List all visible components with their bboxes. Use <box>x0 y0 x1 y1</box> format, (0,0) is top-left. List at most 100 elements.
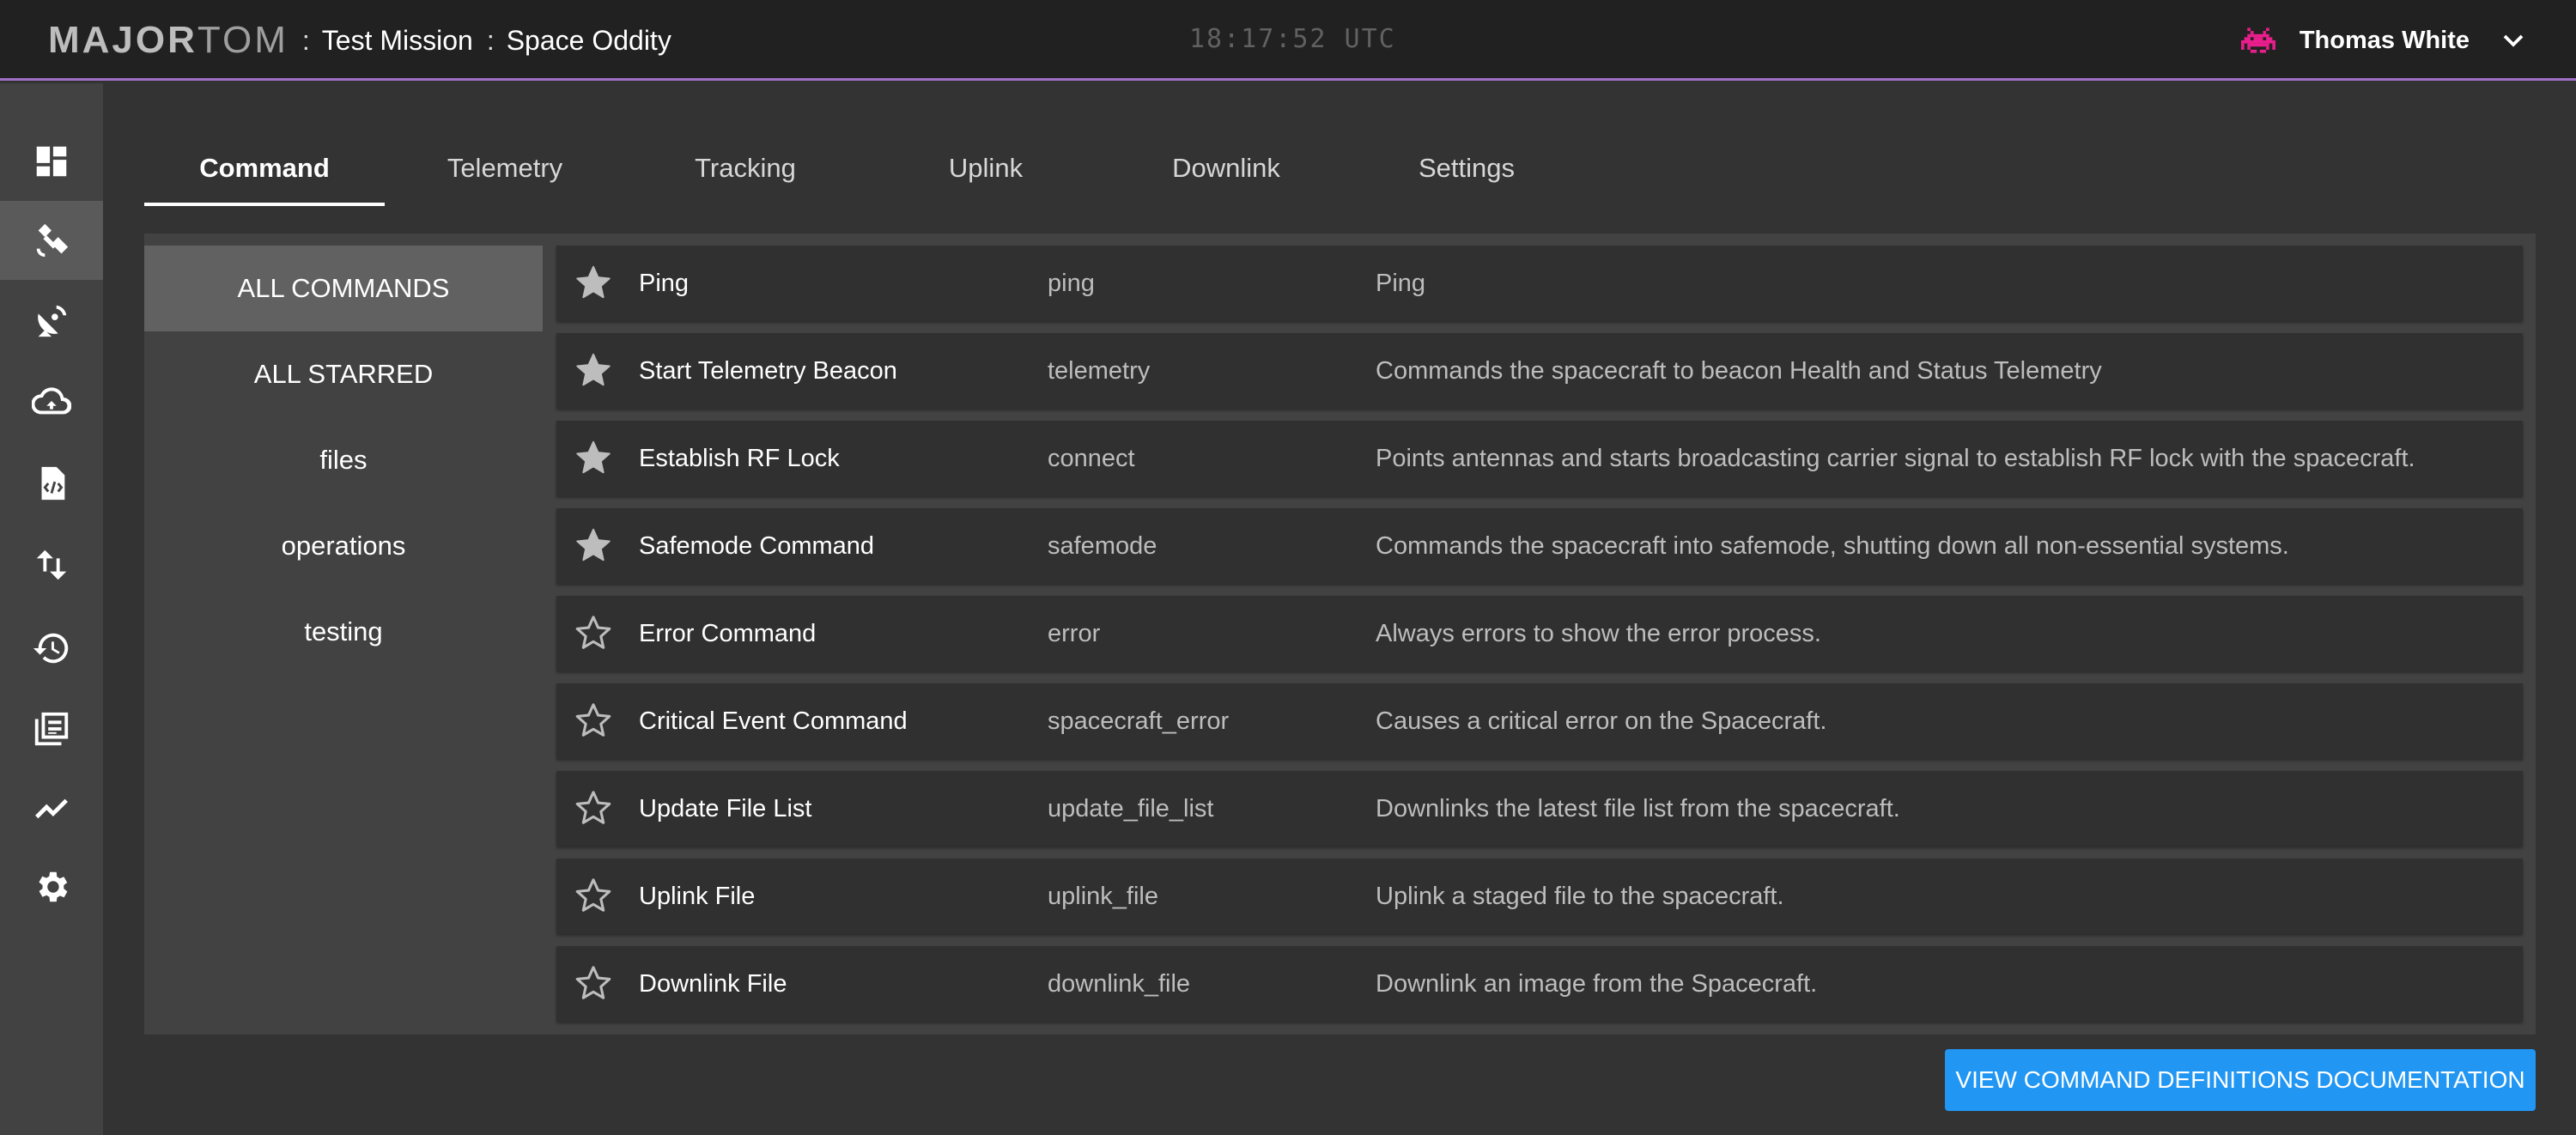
command-row[interactable]: Error Command error Always errors to sho… <box>556 596 2523 671</box>
command-description: Ping <box>1376 269 1426 297</box>
sidebar-item-settings[interactable] <box>0 847 103 926</box>
star-filled-icon <box>576 528 611 561</box>
command-id: safemode <box>1048 531 1157 560</box>
sidebar-item-dashboard[interactable] <box>0 122 103 201</box>
sidebar-item-history[interactable] <box>0 609 103 688</box>
command-categories: ALL COMMANDS ALL STARRED files operation… <box>144 246 543 675</box>
documents-icon <box>34 712 69 746</box>
command-id: update_file_list <box>1048 794 1214 822</box>
command-id: ping <box>1048 269 1095 297</box>
command-row[interactable]: Downlink File downlink_file Downlink an … <box>556 946 2523 1022</box>
category-all-commands[interactable]: ALL COMMANDS <box>144 246 543 331</box>
up-down-arrows-icon <box>36 549 67 580</box>
command-row[interactable]: Uplink File uplink_file Uplink a staged … <box>556 859 2523 934</box>
star-filled-icon <box>576 265 611 299</box>
history-icon <box>33 633 69 664</box>
tab-uplink[interactable]: Uplink <box>866 130 1106 206</box>
sidebar-item-command[interactable] <box>0 201 103 280</box>
satellite-icon <box>36 223 69 258</box>
sidebar-item-tracking[interactable] <box>0 281 103 360</box>
command-description: Commands the spacecraft to beacon Health… <box>1376 356 2102 385</box>
command-description: Downlinks the latest file list from the … <box>1376 794 1900 822</box>
command-id: downlink_file <box>1048 969 1191 998</box>
command-name: Error Command <box>639 619 817 647</box>
command-name: Ping <box>639 269 690 297</box>
utc-clock: 18:17:52 UTC <box>1189 24 1396 54</box>
command-row[interactable]: Update File List update_file_list Downli… <box>556 771 2523 847</box>
command-description: Causes a critical error on the Spacecraf… <box>1376 707 1827 735</box>
star-outline-icon <box>575 703 611 737</box>
command-id: uplink_file <box>1048 882 1158 910</box>
gear-icon <box>39 871 68 902</box>
sidebar-item-uplink[interactable] <box>0 361 103 440</box>
tab-telemetry[interactable]: Telemetry <box>385 130 625 206</box>
breadcrumb-separator: : <box>486 24 495 56</box>
view-command-docs-button[interactable]: VIEW COMMAND DEFINITIONS DOCUMENTATION <box>1945 1049 2536 1111</box>
user-menu[interactable]: Thomas White <box>2240 15 2526 65</box>
sidebar-item-logs[interactable] <box>0 689 103 768</box>
command-name: Establish RF Lock <box>639 444 840 472</box>
star-toggle[interactable] <box>574 438 613 477</box>
brand-breadcrumb: MAJORTOM : Test Mission : Space Oddity <box>48 15 671 65</box>
command-name: Downlink File <box>639 969 787 998</box>
cloud-sync-icon <box>32 387 71 415</box>
star-outline-icon <box>575 616 611 649</box>
dashboard-icon <box>36 146 67 177</box>
breadcrumb-system[interactable]: Space Oddity <box>507 25 671 57</box>
command-row[interactable]: Establish RF Lock connect Points antenna… <box>556 421 2523 496</box>
star-toggle[interactable] <box>574 701 613 740</box>
tab-downlink[interactable]: Downlink <box>1106 130 1346 206</box>
trending-icon <box>35 798 68 819</box>
star-outline-icon <box>575 966 611 999</box>
command-name: Critical Event Command <box>639 707 908 735</box>
sidebar-item-downlink[interactable] <box>0 444 103 523</box>
command-name: Safemode Command <box>639 531 875 560</box>
sidebar-item-metrics[interactable] <box>0 768 103 847</box>
command-description: Uplink a staged file to the spacecraft. <box>1376 882 1784 910</box>
star-outline-icon <box>575 878 611 912</box>
star-filled-icon <box>576 353 611 386</box>
command-row[interactable]: Critical Event Command spacecraft_error … <box>556 683 2523 759</box>
sidebar-item-transfers[interactable] <box>0 525 103 604</box>
command-description: Points antennas and starts broadcasting … <box>1376 444 2415 472</box>
command-id: error <box>1048 619 1101 647</box>
star-toggle[interactable] <box>574 876 613 915</box>
command-panel: ALL COMMANDS ALL STARRED files operation… <box>144 234 2536 1035</box>
tab-tracking[interactable]: Tracking <box>625 130 866 206</box>
majortom-logo[interactable]: MAJORTOM <box>48 19 289 62</box>
command-description: Commands the spacecraft into safemode, s… <box>1376 531 2289 560</box>
command-id: telemetry <box>1048 356 1151 385</box>
tab-command[interactable]: Command <box>144 130 385 206</box>
command-name: Uplink File <box>639 882 756 910</box>
command-row[interactable]: Safemode Command safemode Commands the s… <box>556 508 2523 584</box>
command-name: Update File List <box>639 794 812 822</box>
command-row[interactable]: Ping ping Ping <box>556 246 2523 321</box>
category-testing[interactable]: testing <box>144 589 543 675</box>
star-toggle[interactable] <box>574 263 613 302</box>
command-row[interactable]: Start Telemetry Beacon telemetry Command… <box>556 333 2523 409</box>
top-bar: MAJORTOM : Test Mission : Space Oddity 1… <box>0 0 2576 81</box>
command-description: Downlink an image from the Spacecraft. <box>1376 969 1818 998</box>
star-toggle[interactable] <box>574 613 613 652</box>
command-name: Start Telemetry Beacon <box>639 356 897 385</box>
command-description: Always errors to show the error process. <box>1376 619 1821 647</box>
chevron-down-icon[interactable] <box>2500 27 2526 53</box>
tab-settings[interactable]: Settings <box>1346 130 1587 206</box>
command-id: spacecraft_error <box>1048 707 1230 735</box>
command-id: connect <box>1048 444 1135 472</box>
sidebar-nav <box>0 83 103 1135</box>
star-toggle[interactable] <box>574 788 613 828</box>
star-filled-icon <box>576 440 611 474</box>
code-file-icon <box>41 466 65 501</box>
category-operations[interactable]: operations <box>144 503 543 589</box>
star-toggle[interactable] <box>574 525 613 565</box>
star-outline-icon <box>575 791 611 824</box>
star-toggle[interactable] <box>574 350 613 390</box>
category-files[interactable]: files <box>144 417 543 503</box>
category-all-starred[interactable]: ALL STARRED <box>144 331 543 417</box>
space-invader-avatar-icon <box>2240 27 2275 53</box>
user-name: Thomas White <box>2299 26 2470 54</box>
breadcrumb-mission[interactable]: Test Mission <box>322 25 473 57</box>
star-toggle[interactable] <box>574 963 613 1003</box>
satellite-dish-icon <box>38 305 67 337</box>
